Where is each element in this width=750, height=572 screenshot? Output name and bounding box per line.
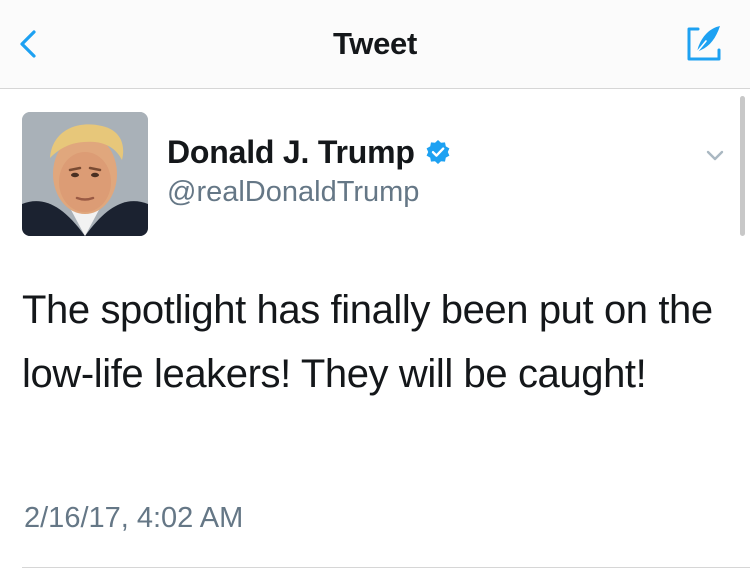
tweet-timestamp: 2/16/17, 4:02 AM — [24, 502, 244, 534]
divider — [22, 567, 750, 568]
author-display-name[interactable]: Donald J. Trump — [167, 134, 415, 171]
author-name-row: Donald J. Trump — [167, 132, 451, 172]
tweet-text: The spotlight has finally been put on th… — [22, 288, 713, 396]
verified-badge-icon — [426, 140, 450, 164]
author-handle[interactable]: @realDonaldTrump — [167, 176, 419, 209]
scroll-indicator — [740, 96, 745, 236]
avatar[interactable] — [22, 112, 148, 236]
compose-icon[interactable] — [680, 20, 728, 68]
page-title: Tweet — [332, 26, 418, 61]
nav-bar: Tweet — [0, 0, 750, 89]
chevron-down-icon[interactable] — [700, 140, 730, 170]
